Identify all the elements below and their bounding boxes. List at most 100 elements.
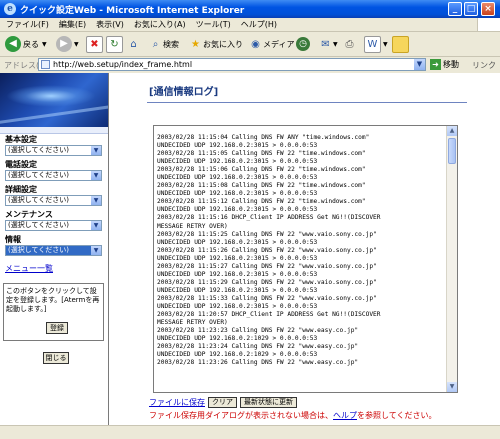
select-value: (選択してください) [8, 171, 70, 179]
search-icon: ⌕ [152, 38, 159, 50]
scroll-up-icon[interactable]: ▲ [447, 126, 457, 136]
menu-file[interactable]: ファイル(F) [0, 18, 53, 30]
refresh-log-button[interactable]: 最新状態に更新 [240, 397, 297, 408]
folder-icon [392, 35, 409, 53]
group-advanced: 詳細設定 (選択してください) ▼ [5, 184, 102, 206]
ie-icon: e [4, 3, 16, 15]
log-line: UNDECIDED UDP 192.168.0.2:3015 > 0.0.0.0… [157, 190, 318, 198]
log-line: 2003/02/28 11:15:29 Calling DNS FW 22 "w… [157, 278, 377, 286]
info-select[interactable]: (選択してください) ▼ [5, 245, 102, 256]
go-button[interactable]: ➜ 移動 [430, 59, 459, 70]
windows-logo-icon [477, 18, 500, 31]
log-line: 2003/02/28 11:15:25 Calling DNS FW 22 "w… [157, 230, 377, 238]
maximize-button[interactable]: □ [464, 2, 478, 16]
log-scrollbar[interactable]: ▲ ▼ [446, 126, 457, 392]
log-line: 2003/02/28 11:15:26 Calling DNS FW 22 "w… [157, 246, 377, 254]
scroll-down-icon[interactable]: ▼ [447, 382, 457, 392]
maintenance-select[interactable]: (選択してください) ▼ [5, 220, 102, 231]
phone-settings-select[interactable]: (選択してください) ▼ [5, 170, 102, 181]
address-url: http://web.setup/index_frame.html [53, 60, 193, 69]
search-label: 検索 [163, 39, 179, 49]
mail-button[interactable]: ✉ ▼ [318, 35, 337, 53]
sidebar-banner [0, 73, 108, 127]
register-button[interactable]: 登録 [46, 322, 68, 334]
refresh-icon: ↻ [106, 35, 123, 53]
clear-button[interactable]: クリア [208, 397, 237, 408]
search-button[interactable]: ⌕ 検索 [148, 35, 179, 53]
go-arrow-icon: ➜ [430, 59, 441, 70]
group-phone: 電話設定 (選択してください) ▼ [5, 159, 102, 181]
address-input[interactable]: http://web.setup/index_frame.html ▼ [38, 58, 426, 71]
back-button[interactable]: ◀ 戻る ▼ [5, 35, 47, 53]
chevron-down-icon[interactable]: ▼ [414, 59, 425, 70]
help-link[interactable]: ヘルプ [333, 411, 357, 420]
select-value: (選択してください) [8, 221, 70, 229]
save-to-file-link[interactable]: ファイルに保存 [149, 397, 205, 408]
stop-button[interactable]: ✖ [86, 35, 103, 53]
title-underline [147, 102, 467, 103]
advanced-settings-select[interactable]: (選択してください) ▼ [5, 195, 102, 206]
media-button[interactable]: ◉ メディア [248, 35, 294, 53]
log-line: UNDECIDED UDP 192.168.0.2:1029 > 0.0.0.0… [157, 351, 318, 359]
log-line: UNDECIDED UDP 192.168.0.2:3015 > 0.0.0.0… [157, 158, 318, 166]
menu-list-link[interactable]: メニュー一覧 [5, 263, 53, 274]
chevron-down-icon: ▼ [91, 196, 101, 205]
menu-favorites[interactable]: お気に入り(A) [128, 18, 190, 30]
log-line: 2003/02/28 11:23:23 Calling DNS FW 22 "w… [157, 327, 359, 335]
page-title: [通信情報ログ] [149, 87, 219, 98]
group-advanced-label: 詳細設定 [5, 185, 37, 194]
chevron-down-icon: ▼ [91, 171, 101, 180]
edit-icon: W [364, 35, 381, 53]
menu-view[interactable]: 表示(V) [90, 18, 128, 30]
log-line: UNDECIDED UDP 192.168.0.2:3015 > 0.0.0.0… [157, 286, 318, 294]
banner-streak [0, 103, 108, 126]
log-line: 2003/02/28 11:20:57 DHCP_Client IP ADDRE… [157, 311, 381, 319]
log-line: 2003/02/28 11:23:24 Calling DNS FW 22 "w… [157, 343, 359, 351]
log-line: 2003/02/28 11:15:16 DHCP_Client IP ADDRE… [157, 214, 381, 222]
group-maintenance-label: メンテナンス [5, 210, 53, 219]
home-icon: ⌂ [130, 38, 137, 50]
close-window-button[interactable]: × [481, 2, 495, 16]
log-content: 2003/02/28 11:15:04 Calling DNS FW ANY "… [157, 134, 440, 367]
log-line: 2003/02/28 11:15:06 Calling DNS FW 22 "t… [157, 166, 366, 174]
back-arrow-icon: ◀ [5, 36, 21, 52]
menu-tools[interactable]: ツール(T) [190, 18, 235, 30]
minimize-button[interactable]: _ [448, 2, 462, 16]
print-button[interactable]: ⎙ [342, 35, 357, 53]
status-bar [0, 425, 500, 439]
favorites-button[interactable]: ★ お気に入り [188, 35, 243, 53]
log-line: UNDECIDED UDP 192.168.0.2:3015 > 0.0.0.0… [157, 206, 318, 214]
menu-edit[interactable]: 編集(E) [53, 18, 90, 30]
printer-icon: ⎙ [345, 38, 354, 50]
chevron-down-icon: ▼ [91, 246, 101, 255]
favorites-label: お気に入り [203, 39, 243, 49]
history-button[interactable]: ◷ [296, 35, 312, 53]
log-line: MESSAGE RETRY OVER) [157, 319, 228, 327]
media-icon: ◉ [251, 38, 260, 50]
log-line: 2003/02/28 11:15:12 Calling DNS FW 22 "t… [157, 198, 366, 206]
chevron-down-icon: ▼ [91, 221, 101, 230]
refresh-button[interactable]: ↻ [106, 35, 123, 53]
chevron-down-icon: ▼ [383, 40, 388, 48]
sidebar-divider [0, 127, 108, 134]
basic-settings-select[interactable]: (選択してください) ▼ [5, 145, 102, 156]
edit-button[interactable]: W ▼ [364, 35, 388, 53]
log-line: UNDECIDED UDP 192.168.0.2:3015 > 0.0.0.0… [157, 254, 318, 262]
log-textarea[interactable]: 2003/02/28 11:15:04 Calling DNS FW ANY "… [153, 125, 458, 393]
scroll-thumb[interactable] [448, 138, 456, 164]
log-line: 2003/02/28 11:15:33 Calling DNS FW 22 "w… [157, 294, 377, 302]
log-line: 2003/02/28 11:15:27 Calling DNS FW 22 "w… [157, 262, 377, 270]
log-line: UNDECIDED UDP 192.168.0.2:1029 > 0.0.0.0… [157, 335, 318, 343]
forward-button[interactable]: ▶ ▼ [56, 35, 79, 53]
error-text-before: ファイル保存用ダイアログが表示されない場合は、 [149, 411, 333, 420]
mail-icon: ✉ [321, 38, 330, 50]
menu-help[interactable]: ヘルプ(H) [235, 18, 281, 30]
home-button[interactable]: ⌂ [126, 35, 141, 53]
folder-button[interactable] [392, 35, 409, 53]
log-line: MESSAGE RETRY OVER) [157, 222, 228, 230]
close-button[interactable]: 閉じる [43, 352, 69, 364]
register-note-box: このボタンをクリックして設定を登録します。[Atermを再起動します。] 登録 [3, 283, 104, 341]
group-info: 情報 (選択してください) ▼ [5, 234, 102, 256]
log-line: 2003/02/28 11:15:04 Calling DNS FW ANY "… [157, 134, 370, 141]
register-note-text: このボタンをクリックして設定を登録します。[Atermを再起動します。] [6, 287, 100, 313]
